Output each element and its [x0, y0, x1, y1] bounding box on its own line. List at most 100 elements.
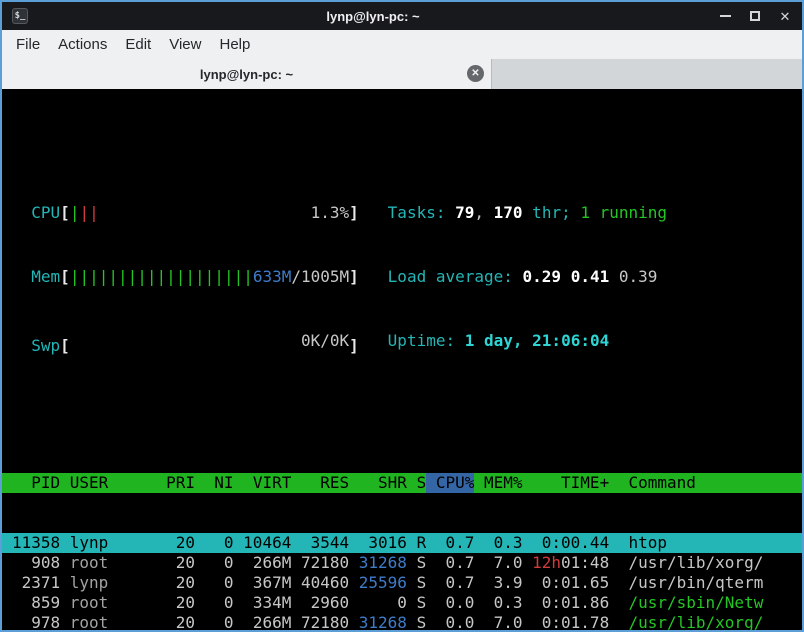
tasks-count: 79	[455, 203, 474, 222]
swap-meter: Swp[0K/0K]	[12, 331, 388, 355]
cell-cpu: 0.7	[426, 573, 474, 593]
cell-pid: 859	[12, 593, 60, 613]
cell-res: 72180	[291, 553, 349, 573]
memory-meter-bars: |||||||||||||||||||	[70, 267, 253, 287]
column-header-shr[interactable]: SHR	[349, 473, 407, 493]
menu-actions[interactable]: Actions	[49, 33, 116, 56]
cell-mem: 7.0	[474, 553, 522, 573]
terminal-screen[interactable]: CPU[|||1.3%] Mem[|||||||||||||||||||633M…	[2, 89, 802, 630]
cell-cmd: htop	[609, 533, 802, 553]
column-header-mem[interactable]: MEM%	[474, 473, 522, 493]
cell-virt: 10464	[234, 533, 292, 553]
cpu-meter: CPU[|||1.3%]	[12, 203, 388, 227]
cell-user: lynp	[60, 573, 156, 593]
column-header-pri[interactable]: PRI	[156, 473, 195, 493]
cell-ni: 0	[195, 553, 234, 573]
cell-user: root	[60, 613, 156, 630]
swap-meter-label: Swp	[31, 336, 60, 355]
uptime-info: Uptime: 1 day, 21:06:04	[388, 331, 802, 355]
menu-file[interactable]: File	[7, 33, 49, 56]
cell-ni: 0	[195, 573, 234, 593]
maximize-button[interactable]	[748, 9, 762, 23]
info-column: Tasks: 79, 170 thr; 1 running Load avera…	[388, 163, 802, 395]
tab-close-button[interactable]: ✕	[467, 65, 484, 82]
cell-cmd: /usr/lib/xorg/	[609, 613, 802, 630]
cell-time: 12h01:48	[523, 553, 610, 573]
process-table-header: PIDUSERPRINIVIRTRESSHRSCPU%MEM%TIME+Comm…	[2, 473, 802, 493]
load-1min: 0.29	[523, 267, 562, 286]
htop-header-area: CPU[|||1.3%] Mem[|||||||||||||||||||633M…	[2, 163, 802, 395]
column-header-ni[interactable]: NI	[195, 473, 234, 493]
cpu-meter-bars: |||	[70, 203, 99, 223]
tab-close-icon: ✕	[471, 68, 479, 79]
cell-mem: 0.3	[474, 593, 522, 613]
cpu-meter-label: CPU	[31, 203, 60, 222]
maximize-icon	[750, 11, 760, 21]
column-header-user[interactable]: USER	[60, 473, 156, 493]
cell-ni: 0	[195, 593, 234, 613]
load-15min: 0.39	[619, 267, 658, 286]
column-header-s[interactable]: S	[407, 473, 426, 493]
cell-mem: 3.9	[474, 573, 522, 593]
tab-bar: lynp@lyn-pc: ~ ✕	[2, 59, 802, 89]
cell-pid: 908	[12, 553, 60, 573]
process-row[interactable]: 908root200266M7218031268S0.77.012h01:48/…	[2, 553, 802, 573]
memory-meter: Mem[|||||||||||||||||||633M/1005M]	[12, 267, 388, 291]
terminal-app-icon: $_	[12, 8, 28, 24]
cell-cpu: 0.0	[426, 613, 474, 630]
column-header-cpu[interactable]: CPU%	[426, 473, 474, 493]
process-row[interactable]: 978root200266M7218031268S0.07.00:01.78/u…	[2, 613, 802, 630]
column-header-virt[interactable]: VIRT	[234, 473, 292, 493]
column-header-pid[interactable]: PID	[12, 473, 60, 493]
menu-help[interactable]: Help	[210, 33, 259, 56]
process-row[interactable]: 859root200334M29600S0.00.30:01.86/usr/sb…	[2, 593, 802, 613]
cell-cmd: /usr/lib/xorg/	[609, 553, 802, 573]
column-header-time[interactable]: TIME+	[523, 473, 610, 493]
cell-shr: 31268	[349, 613, 407, 630]
menu-edit[interactable]: Edit	[116, 33, 160, 56]
cpu-meter-value: 1.3%	[311, 203, 350, 223]
title-bar[interactable]: $_ lynp@lyn-pc: ~ ✕	[2, 2, 802, 30]
minimize-icon	[720, 15, 731, 17]
memory-meter-label: Mem	[31, 267, 60, 286]
terminal-window: $_ lynp@lyn-pc: ~ ✕ File Actions Edit Vi…	[0, 0, 804, 632]
running-count: 1 running	[580, 203, 667, 222]
cell-user: root	[60, 593, 156, 613]
cell-time: 0:01.78	[523, 613, 610, 630]
cell-ni: 0	[195, 613, 234, 630]
cell-res: 2960	[291, 593, 349, 613]
process-table-body: 11358lynp2001046435443016R0.70.30:00.44h…	[2, 533, 802, 630]
cell-pid: 11358	[12, 533, 60, 553]
cell-pri: 20	[156, 593, 195, 613]
cell-cpu: 0.0	[426, 593, 474, 613]
cell-shr: 31268	[349, 553, 407, 573]
column-header-res[interactable]: RES	[291, 473, 349, 493]
window-controls: ✕	[718, 9, 792, 23]
minimize-button[interactable]	[718, 9, 732, 23]
menu-bar: File Actions Edit View Help	[2, 30, 802, 59]
cell-cmd: /usr/sbin/Netw	[609, 593, 802, 613]
cell-s: S	[407, 593, 426, 613]
cell-cpu: 0.7	[426, 533, 474, 553]
cell-time: 0:01.65	[523, 573, 610, 593]
cell-pri: 20	[156, 613, 195, 630]
cell-shr: 3016	[349, 533, 407, 553]
process-row[interactable]: 2371lynp200367M4046025596S0.73.90:01.65/…	[2, 573, 802, 593]
terminal-tab[interactable]: lynp@lyn-pc: ~ ✕	[2, 59, 492, 89]
cell-virt: 266M	[234, 613, 292, 630]
menu-view[interactable]: View	[160, 33, 210, 56]
cell-s: S	[407, 613, 426, 630]
tasks-info: Tasks: 79, 170 thr; 1 running	[388, 203, 802, 227]
load-average-info: Load average: 0.290.410.39	[388, 267, 802, 291]
cell-user: root	[60, 553, 156, 573]
process-row[interactable]: 11358lynp2001046435443016R0.70.30:00.44h…	[2, 533, 802, 553]
cell-s: S	[407, 573, 426, 593]
load-5min: 0.41	[571, 267, 610, 286]
cell-pri: 20	[156, 553, 195, 573]
cell-pri: 20	[156, 573, 195, 593]
close-button[interactable]: ✕	[778, 9, 792, 23]
cell-pid: 2371	[12, 573, 60, 593]
column-header-cmd[interactable]: Command	[609, 473, 802, 493]
cell-pid: 978	[12, 613, 60, 630]
cell-s: R	[407, 533, 426, 553]
